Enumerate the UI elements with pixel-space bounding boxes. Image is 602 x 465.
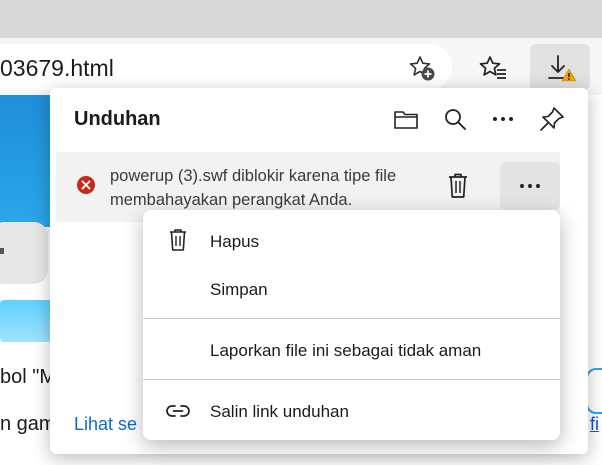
- menu-item-delete[interactable]: Hapus: [143, 222, 560, 260]
- star-add-icon[interactable]: [408, 54, 436, 82]
- page-text: n gam: [0, 413, 56, 435]
- tab-strip: [0, 0, 602, 38]
- page-card-marker: [0, 248, 4, 254]
- menu-item-label: Simpan: [210, 280, 268, 299]
- folder-icon[interactable]: [392, 105, 420, 133]
- text-fade: [400, 160, 430, 216]
- page-link[interactable]: fi: [590, 414, 599, 435]
- download-warning-icon: [548, 55, 577, 82]
- see-more-link[interactable]: Lihat se: [74, 414, 137, 435]
- downloads-title: Unduhan: [74, 108, 161, 130]
- menu-item-label: Laporkan file ini sebagai tidak aman: [210, 341, 482, 360]
- menu-item-report-unsafe[interactable]: Laporkan file ini sebagai tidak aman: [143, 331, 560, 369]
- page-side-button[interactable]: [586, 368, 602, 414]
- link-icon: [166, 405, 190, 417]
- page-banner: [0, 95, 52, 227]
- download-item-line1: powerup (3).swf diblokir karena tipe fil…: [110, 167, 397, 185]
- error-icon: [77, 176, 95, 194]
- address-text[interactable]: 03679.html: [0, 55, 114, 82]
- favorites-list-icon[interactable]: [478, 54, 508, 82]
- trash-icon[interactable]: [440, 170, 476, 202]
- more-icon: [520, 184, 540, 188]
- menu-divider: [143, 379, 560, 380]
- page-button[interactable]: [0, 300, 52, 342]
- download-item-message: powerup (3).swf diblokir karena tipe fil…: [110, 164, 426, 212]
- download-item-line2: membahayakan perangkat Anda.: [110, 191, 353, 209]
- page-text: bol "M: [0, 366, 57, 388]
- more-icon[interactable]: [489, 105, 517, 133]
- search-icon[interactable]: [441, 105, 469, 133]
- menu-item-label: Hapus: [210, 232, 260, 251]
- menu-divider: [143, 318, 560, 319]
- pin-icon[interactable]: [538, 105, 566, 133]
- page-card: [0, 222, 48, 284]
- menu-item-copy-link[interactable]: Salin link unduhan: [143, 392, 560, 430]
- menu-item-save[interactable]: Simpan: [143, 270, 560, 308]
- trash-icon: [170, 229, 186, 251]
- menu-item-label: Salin link unduhan: [210, 402, 349, 421]
